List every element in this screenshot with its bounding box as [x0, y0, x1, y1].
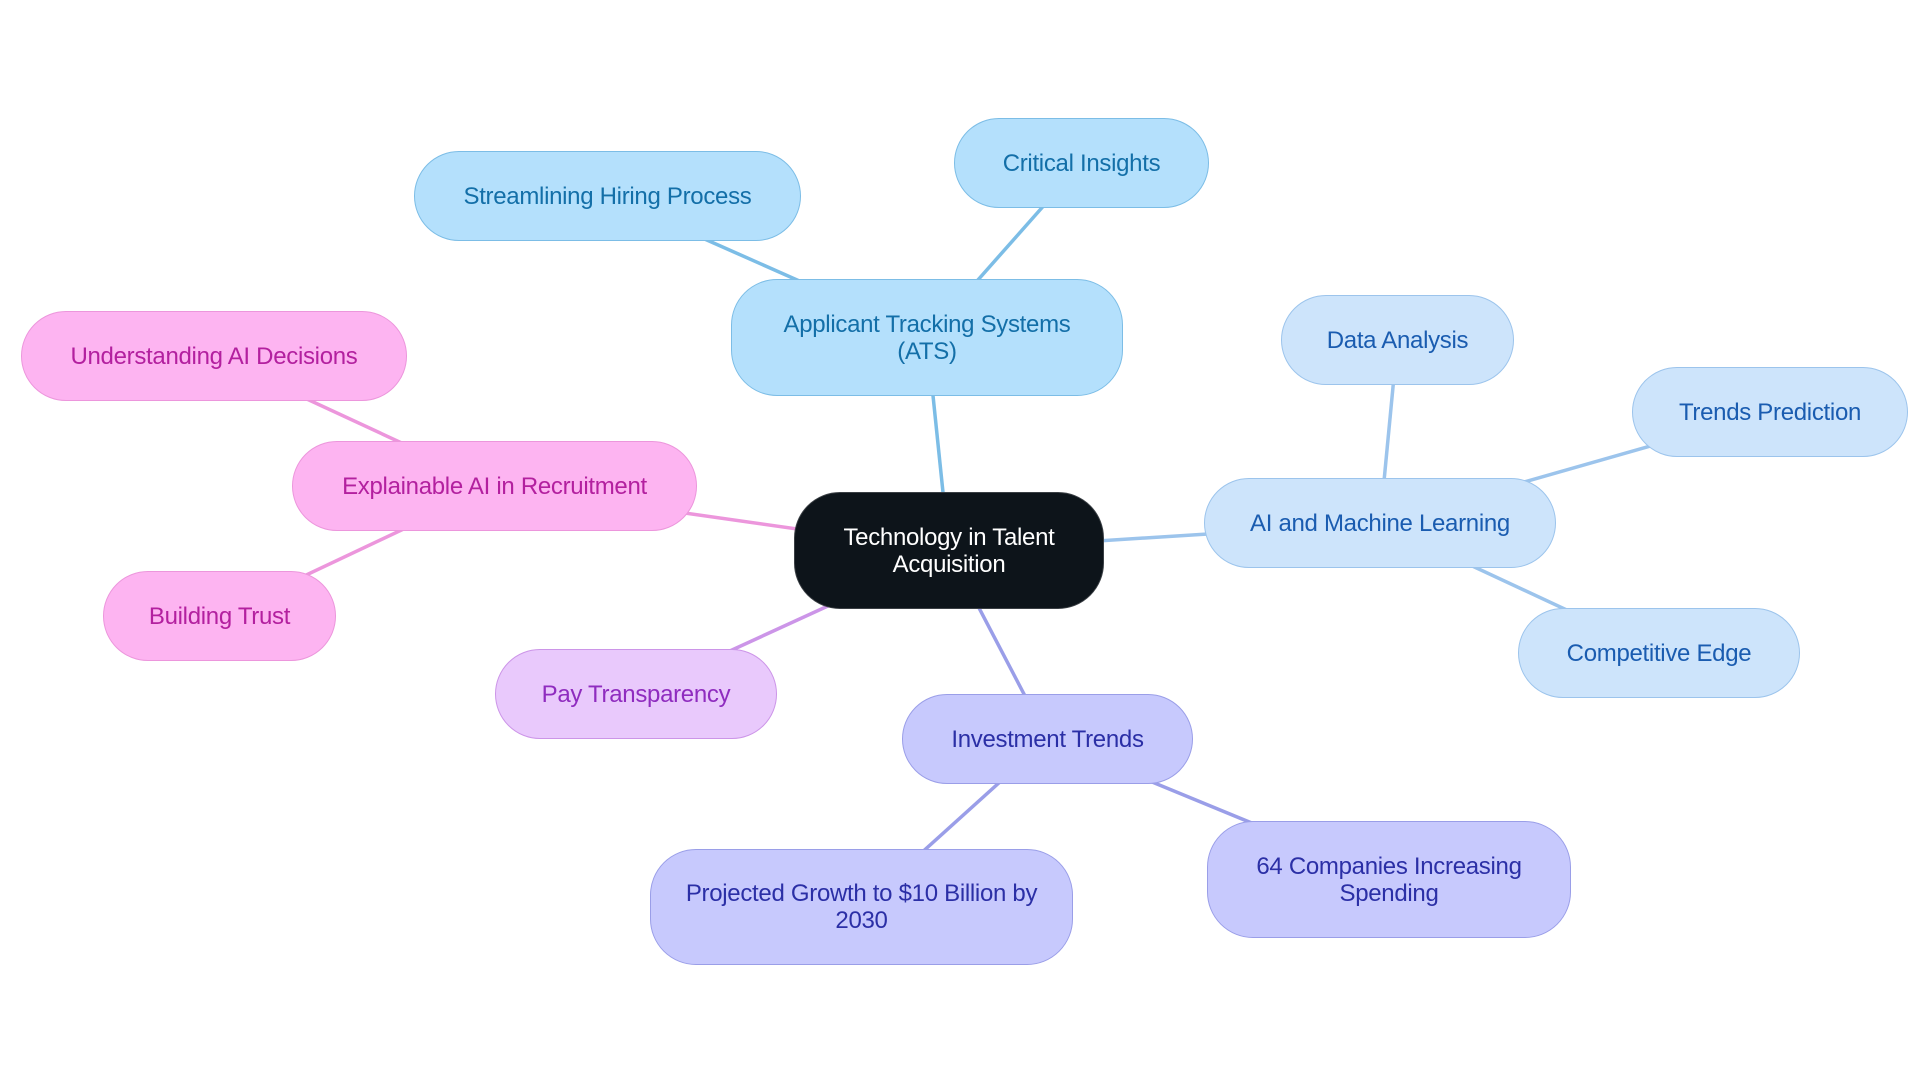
node-explainable-ai-in-recruitment[interactable]: Explainable AI in Recruitment	[292, 441, 697, 531]
node-64-companies-increasing-spending[interactable]: 64 Companies Increasing Spending	[1207, 821, 1571, 938]
node-label: Explainable AI in Recruitment	[342, 472, 647, 500]
node-streamlining-hiring-process[interactable]: Streamlining Hiring Process	[414, 151, 801, 241]
node-understanding-ai-decisions[interactable]: Understanding AI Decisions	[21, 311, 407, 401]
node-label: Applicant Tracking Systems (ATS)	[783, 310, 1071, 365]
root-node-label: Technology in Talent Acquisition	[843, 523, 1055, 578]
node-investment-trends[interactable]: Investment Trends	[902, 694, 1193, 784]
node-projected-growth[interactable]: Projected Growth to $10 Billion by 2030	[650, 849, 1073, 965]
node-label: Streamlining Hiring Process	[463, 182, 752, 210]
node-label: Building Trust	[148, 602, 291, 630]
node-label: Pay Transparency	[541, 680, 731, 708]
node-label: Critical Insights	[1002, 149, 1161, 177]
node-ai-and-machine-learning[interactable]: AI and Machine Learning	[1204, 478, 1556, 568]
node-building-trust[interactable]: Building Trust	[103, 571, 336, 661]
node-label: 64 Companies Increasing Spending	[1256, 852, 1522, 907]
node-competitive-edge[interactable]: Competitive Edge	[1518, 608, 1800, 698]
node-label: Data Analysis	[1326, 326, 1469, 354]
node-label: Competitive Edge	[1566, 639, 1752, 667]
node-critical-insights[interactable]: Critical Insights	[954, 118, 1209, 208]
node-trends-prediction[interactable]: Trends Prediction	[1632, 367, 1908, 457]
node-applicant-tracking-systems[interactable]: Applicant Tracking Systems (ATS)	[731, 279, 1123, 396]
node-label: Projected Growth to $10 Billion by 2030	[685, 880, 1038, 934]
node-data-analysis[interactable]: Data Analysis	[1281, 295, 1514, 385]
node-pay-transparency[interactable]: Pay Transparency	[495, 649, 777, 739]
node-label: Investment Trends	[951, 725, 1144, 753]
node-label: Trends Prediction	[1678, 398, 1862, 426]
node-label: AI and Machine Learning	[1250, 509, 1510, 537]
root-node[interactable]: Technology in Talent Acquisition	[794, 492, 1104, 609]
node-label: Understanding AI Decisions	[70, 342, 358, 370]
